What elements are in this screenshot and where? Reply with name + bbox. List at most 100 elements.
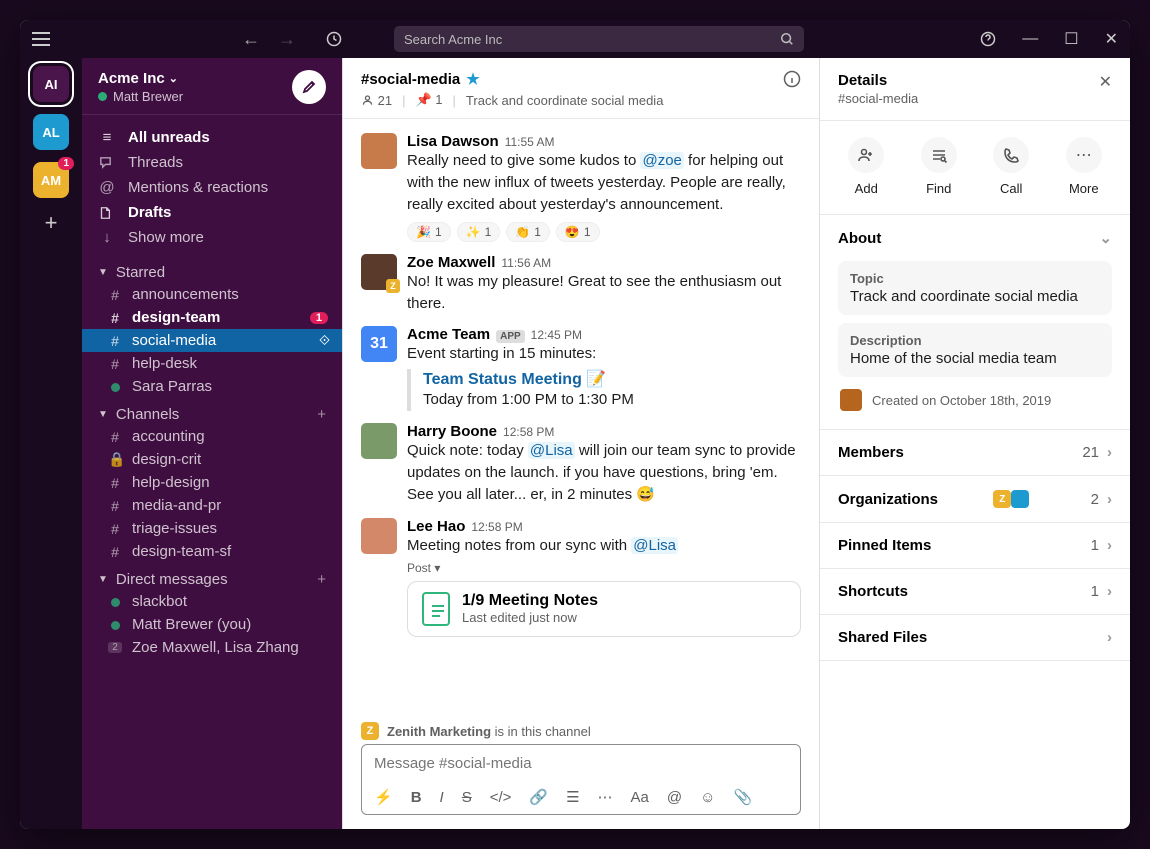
section-channels[interactable]: ▼Channels+ [82, 398, 342, 425]
star-icon[interactable]: ★ [466, 70, 479, 88]
message-text: Really need to give some kudos to @zoe f… [407, 150, 801, 216]
message-author[interactable]: Harry Boone [407, 423, 497, 440]
lightning-icon[interactable]: ⚡ [374, 788, 393, 806]
emoji-button[interactable]: ☺ [700, 789, 715, 806]
sidebar-header[interactable]: Acme Inc ⌄ Matt Brewer [82, 58, 342, 115]
message-author[interactable]: Lee Hao [407, 518, 465, 535]
shared-channel-banner: Z Zenith Marketing is in this channel [343, 718, 819, 744]
avatar[interactable]: 31 [361, 326, 397, 362]
topic-card[interactable]: Topic Track and coordinate social media [838, 261, 1112, 315]
close-button[interactable]: ✕ [1105, 29, 1118, 49]
avatar[interactable] [361, 518, 397, 554]
reaction[interactable]: ✨ 1 [457, 222, 501, 242]
about-section-header[interactable]: About⌄ [820, 215, 1130, 261]
pin-count[interactable]: 📌 1 [415, 92, 442, 108]
dm-item[interactable]: Matt Brewer (you) [82, 613, 342, 636]
section-starred[interactable]: ▼Starred [82, 256, 342, 283]
mention[interactable]: @zoe [640, 152, 683, 169]
minimize-button[interactable]: — [1022, 30, 1038, 48]
avatar[interactable] [361, 423, 397, 459]
description-card[interactable]: Description Home of the social media tea… [838, 323, 1112, 377]
channel-item[interactable]: #help-design [82, 471, 342, 494]
more-format-button[interactable]: ⋯ [598, 788, 613, 806]
message-time: 11:56 AM [501, 256, 551, 270]
pinned-section[interactable]: Pinned Items1› [820, 523, 1130, 568]
back-button[interactable]: ← [242, 29, 260, 50]
channel-item[interactable]: #media-and-pr [82, 494, 342, 517]
add-channel-button[interactable]: + [317, 406, 326, 423]
close-details-button[interactable]: ✕ [1099, 72, 1112, 92]
add-people-button[interactable]: Add [848, 137, 884, 196]
member-count[interactable]: 21 [361, 93, 392, 108]
presence-indicator [108, 594, 122, 610]
channel-name: media-and-pr [132, 497, 221, 514]
channel-item[interactable]: Sara Parras [82, 375, 342, 398]
channel-item[interactable]: #triage-issues [82, 517, 342, 540]
channel-item[interactable]: #social-media⟐ [82, 329, 342, 352]
avatar[interactable]: Z [361, 254, 397, 290]
compose-button[interactable] [292, 70, 326, 104]
message-author[interactable]: Lisa Dawson [407, 133, 499, 150]
mention[interactable]: @Lisa [528, 442, 575, 459]
nav-drafts[interactable]: Drafts [82, 200, 342, 225]
dm-item[interactable]: 2Zoe Maxwell, Lisa Zhang [82, 636, 342, 659]
channel-item[interactable]: #accounting [82, 425, 342, 448]
post-attachment[interactable]: 1/9 Meeting NotesLast edited just now [407, 581, 801, 637]
find-button[interactable]: Find [921, 137, 957, 196]
message-input[interactable] [362, 745, 800, 782]
files-section[interactable]: Shared Files› [820, 615, 1130, 660]
event-attachment[interactable]: Team Status Meeting 📝Today from 1:00 PM … [407, 369, 801, 411]
nav-threads[interactable]: Threads [82, 150, 342, 175]
channel-item[interactable]: #announcements [82, 283, 342, 306]
add-workspace-button[interactable]: + [45, 210, 58, 236]
message-composer[interactable]: ⚡ B I S </> 🔗 ☰ ⋯ Aa @ ☺ 📎 [361, 744, 801, 815]
mention-button[interactable]: @ [667, 789, 682, 806]
help-icon[interactable] [980, 31, 996, 47]
channel-name[interactable]: #social-media [361, 71, 460, 88]
list-button[interactable]: ☰ [566, 788, 579, 806]
post-label[interactable]: Post ▾ [407, 561, 801, 575]
channel-topic[interactable]: Track and coordinate social media [466, 93, 664, 108]
mention[interactable]: @Lisa [631, 537, 678, 554]
maximize-button[interactable]: ☐ [1064, 29, 1078, 49]
attach-button[interactable]: 📎 [733, 788, 752, 806]
message-text: Event starting in 15 minutes: [407, 343, 801, 365]
members-section[interactable]: Members21› [820, 430, 1130, 475]
shortcuts-section[interactable]: Shortcuts1› [820, 569, 1130, 614]
badge: 1 [58, 157, 74, 170]
avatar[interactable] [361, 133, 397, 169]
nav-all-unreads[interactable]: ≡All unreads [82, 125, 342, 150]
bold-button[interactable]: B [411, 789, 422, 806]
dm-item[interactable]: slackbot [82, 590, 342, 613]
hamburger-icon[interactable] [32, 32, 50, 46]
reaction[interactable]: 👏 1 [506, 222, 550, 242]
search-input[interactable]: Search Acme Inc [394, 26, 804, 52]
reaction[interactable]: 😍 1 [556, 222, 600, 242]
add-dm-button[interactable]: + [317, 571, 326, 588]
more-button[interactable]: ⋯More [1066, 137, 1102, 196]
code-button[interactable]: </> [490, 789, 512, 806]
reaction[interactable]: 🎉 1 [407, 222, 451, 242]
section-dms[interactable]: ▼Direct messages+ [82, 563, 342, 590]
link-button[interactable]: 🔗 [529, 788, 548, 806]
channel-item[interactable]: 🔒design-crit [82, 448, 342, 471]
forward-button[interactable]: → [278, 29, 296, 50]
message-author[interactable]: Zoe Maxwell [407, 254, 495, 271]
channel-item[interactable]: #design-team1 [82, 306, 342, 329]
italic-button[interactable]: I [440, 789, 444, 806]
channel-item[interactable]: #help-desk [82, 352, 342, 375]
orgs-section[interactable]: OrganizationsZ2› [820, 476, 1130, 522]
channel-item[interactable]: #design-team-sf [82, 540, 342, 563]
nav-mentions[interactable]: @Mentions & reactions [82, 175, 342, 200]
workspace-switcher[interactable]: AL [33, 114, 69, 150]
message-author[interactable]: Acme Team [407, 326, 490, 343]
info-icon[interactable] [783, 70, 801, 88]
strike-button[interactable]: S [462, 789, 472, 806]
call-button[interactable]: Call [993, 137, 1029, 196]
workspace-switcher[interactable]: AM1 [33, 162, 69, 198]
nav-show-more[interactable]: ↓Show more [82, 225, 342, 250]
font-button[interactable]: Aa [631, 789, 649, 806]
org-icon: Z [993, 490, 1011, 508]
workspace-switcher[interactable]: AI [33, 66, 69, 102]
history-icon[interactable] [326, 31, 342, 47]
